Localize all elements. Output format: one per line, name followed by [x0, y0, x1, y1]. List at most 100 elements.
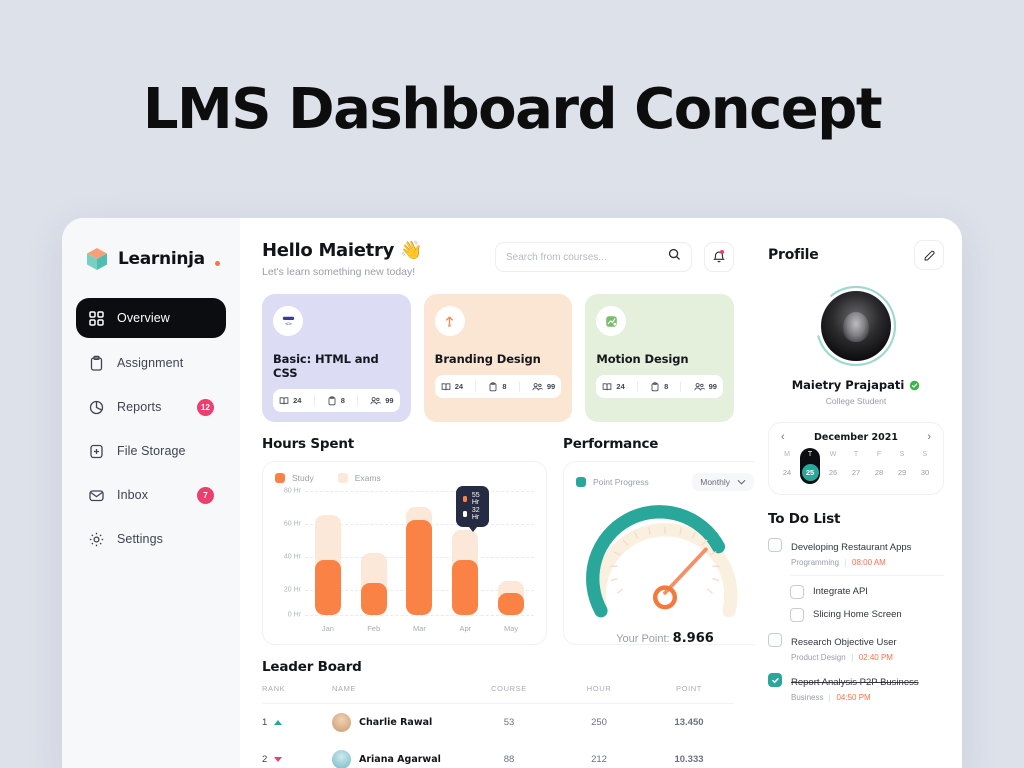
calendar-date: 26	[828, 468, 838, 477]
sidebar-item-overview[interactable]: Overview	[76, 298, 226, 338]
calendar-dow: T	[853, 451, 859, 458]
bar-group-may[interactable]	[498, 581, 525, 615]
todo-checkbox[interactable]	[790, 608, 804, 622]
todo-label: Report Analysis P2P Business	[791, 677, 919, 688]
calendar-day[interactable]: F 28	[869, 451, 889, 484]
todo-label: Integrate API	[813, 586, 868, 597]
book-icon	[441, 382, 451, 390]
course-stat-students: 99	[532, 382, 555, 392]
book-icon	[279, 396, 289, 404]
chart-y-axis: 80 Hr 60 Hr 40 Hr 20 Hr 0 Hr	[275, 488, 305, 633]
check-icon	[771, 677, 779, 683]
chart-x-axis: Jan Feb Mar Apr May	[305, 624, 534, 633]
calendar-date: 25	[801, 464, 819, 481]
course-card[interactable]: <> Basic: HTML and CSS 24 8 99	[262, 294, 411, 422]
todo-item[interactable]: Developing Restaurant Apps Programming 0…	[768, 537, 944, 567]
calendar-day[interactable]: W 26	[823, 451, 843, 484]
y-tick: 0 Hr	[287, 611, 301, 619]
legend-item-point-progress: Point Progress	[576, 477, 649, 487]
x-tick: May	[503, 624, 519, 633]
sidebar-item-file-storage[interactable]: File Storage	[76, 432, 226, 470]
course-cards: <> Basic: HTML and CSS 24 8 99 Branding …	[262, 294, 735, 422]
divider	[636, 381, 638, 392]
search-bar[interactable]	[495, 242, 692, 272]
clipboard-icon	[88, 355, 105, 372]
course-card[interactable]: Motion Design 24 8 99	[585, 294, 735, 422]
chevron-down-icon	[737, 479, 746, 485]
course-stats: 24 8 99	[596, 375, 724, 398]
stat-value: 8	[340, 396, 345, 405]
sidebar-item-assignment[interactable]: Assignment	[76, 344, 226, 382]
avatar	[332, 713, 351, 732]
todo-label: Slicing Home Screen	[813, 609, 902, 620]
calendar-day-selected[interactable]: T 25	[800, 448, 820, 484]
your-point-value: 8.966	[672, 631, 714, 646]
search-input[interactable]	[506, 251, 668, 263]
notification-button[interactable]	[704, 242, 734, 272]
bar-stack[interactable]	[314, 515, 341, 615]
calendar-day[interactable]: M 24	[777, 451, 797, 484]
brand: Learninja	[62, 238, 240, 272]
todo-checkbox[interactable]	[790, 585, 804, 599]
profile-title: Profile	[768, 247, 819, 263]
todo-checkbox[interactable]	[768, 633, 782, 647]
sidebar-item-reports[interactable]: Reports 12	[76, 388, 226, 426]
y-tick: 40 Hr	[283, 553, 301, 561]
calendar-date: 28	[874, 468, 884, 477]
course-stat-assignments: 8	[488, 381, 507, 392]
divider	[475, 381, 477, 392]
hours-spent-title: Hours Spent	[262, 436, 354, 452]
table-row[interactable]: 2 Ariana Agarwal 88 212 10.333	[262, 741, 734, 768]
course-card[interactable]: Branding Design 24 8 99	[423, 294, 573, 422]
todo-checkbox-checked[interactable]	[768, 673, 782, 687]
calendar-day[interactable]: T 27	[846, 451, 866, 484]
todo-subitem[interactable]: Integrate API	[790, 584, 944, 599]
todo-subitem[interactable]: Slicing Home Screen	[790, 607, 944, 622]
calendar-prev-button[interactable]: ‹	[781, 432, 785, 443]
tooltip-row-study: 55 Hr	[463, 492, 482, 506]
bar-stack[interactable]	[452, 530, 479, 615]
todo-checkbox[interactable]	[768, 538, 782, 552]
stat-value: 8	[502, 382, 507, 391]
calendar-month: December 2021	[814, 432, 898, 443]
tooltip-swatch	[463, 511, 467, 517]
bar-group-mar[interactable]	[406, 507, 433, 615]
legend-swatch	[275, 473, 285, 483]
divider	[357, 395, 359, 406]
your-point-label: Your Point:	[616, 633, 670, 645]
calendar-day[interactable]: S 30	[915, 451, 935, 484]
range-select[interactable]: Monthly	[692, 473, 754, 491]
calendar-next-button[interactable]: ›	[927, 432, 931, 443]
code-window-icon: <>	[273, 306, 303, 336]
sidebar-item-settings[interactable]: Settings	[76, 520, 226, 558]
chart-plot-area: 80 Hr 60 Hr 40 Hr 20 Hr 0 Hr 55 Hr 32 Hr…	[275, 486, 534, 633]
sidebar-item-inbox[interactable]: Inbox 7	[76, 476, 226, 514]
bar-group-jan[interactable]	[314, 515, 341, 615]
todo-item-done[interactable]: Report Analysis P2P Business Business 04…	[768, 672, 944, 702]
table-row[interactable]: 1 Charlie Rawal 53 250 13.450	[262, 704, 734, 742]
sidebar-nav: Overview Assignment Reports 12 File Stor…	[62, 298, 240, 558]
calendar-dow: T	[807, 451, 813, 458]
your-point: Your Point: 8.966	[616, 631, 714, 646]
todo-meta: Business 04:50 PM	[791, 693, 919, 702]
bar-stack[interactable]	[406, 507, 433, 615]
calendar-day[interactable]: S 29	[892, 451, 912, 484]
edit-profile-button[interactable]	[914, 240, 944, 270]
grid-line	[305, 614, 534, 616]
column-header-hour: HOUR	[554, 684, 644, 704]
bar-group-apr[interactable]: 55 Hr 32 Hr	[452, 486, 490, 615]
bar-stack[interactable]	[360, 553, 387, 615]
x-tick: Jan	[321, 624, 334, 633]
greeting-title: Hello Maietry 👋	[262, 240, 423, 261]
todo-item[interactable]: Research Objective User Product Design 0…	[768, 632, 944, 662]
bar-stack[interactable]	[498, 581, 525, 615]
arrow-up-brand-icon	[434, 306, 465, 336]
legend-item-exams: Exams	[337, 473, 381, 483]
trend-down-icon	[274, 757, 283, 762]
tooltip-row-exams: 32 Hr	[463, 507, 482, 521]
performance-panel: Point Progress Monthly Your Point: 8.966	[563, 461, 767, 646]
search-icon[interactable]	[668, 248, 681, 266]
chart-bars: 55 Hr 32 Hr Jan Feb Mar Apr May	[305, 486, 534, 633]
bar-group-feb[interactable]	[360, 553, 387, 615]
gauge-chart: Your Point: 8.966	[576, 493, 754, 646]
